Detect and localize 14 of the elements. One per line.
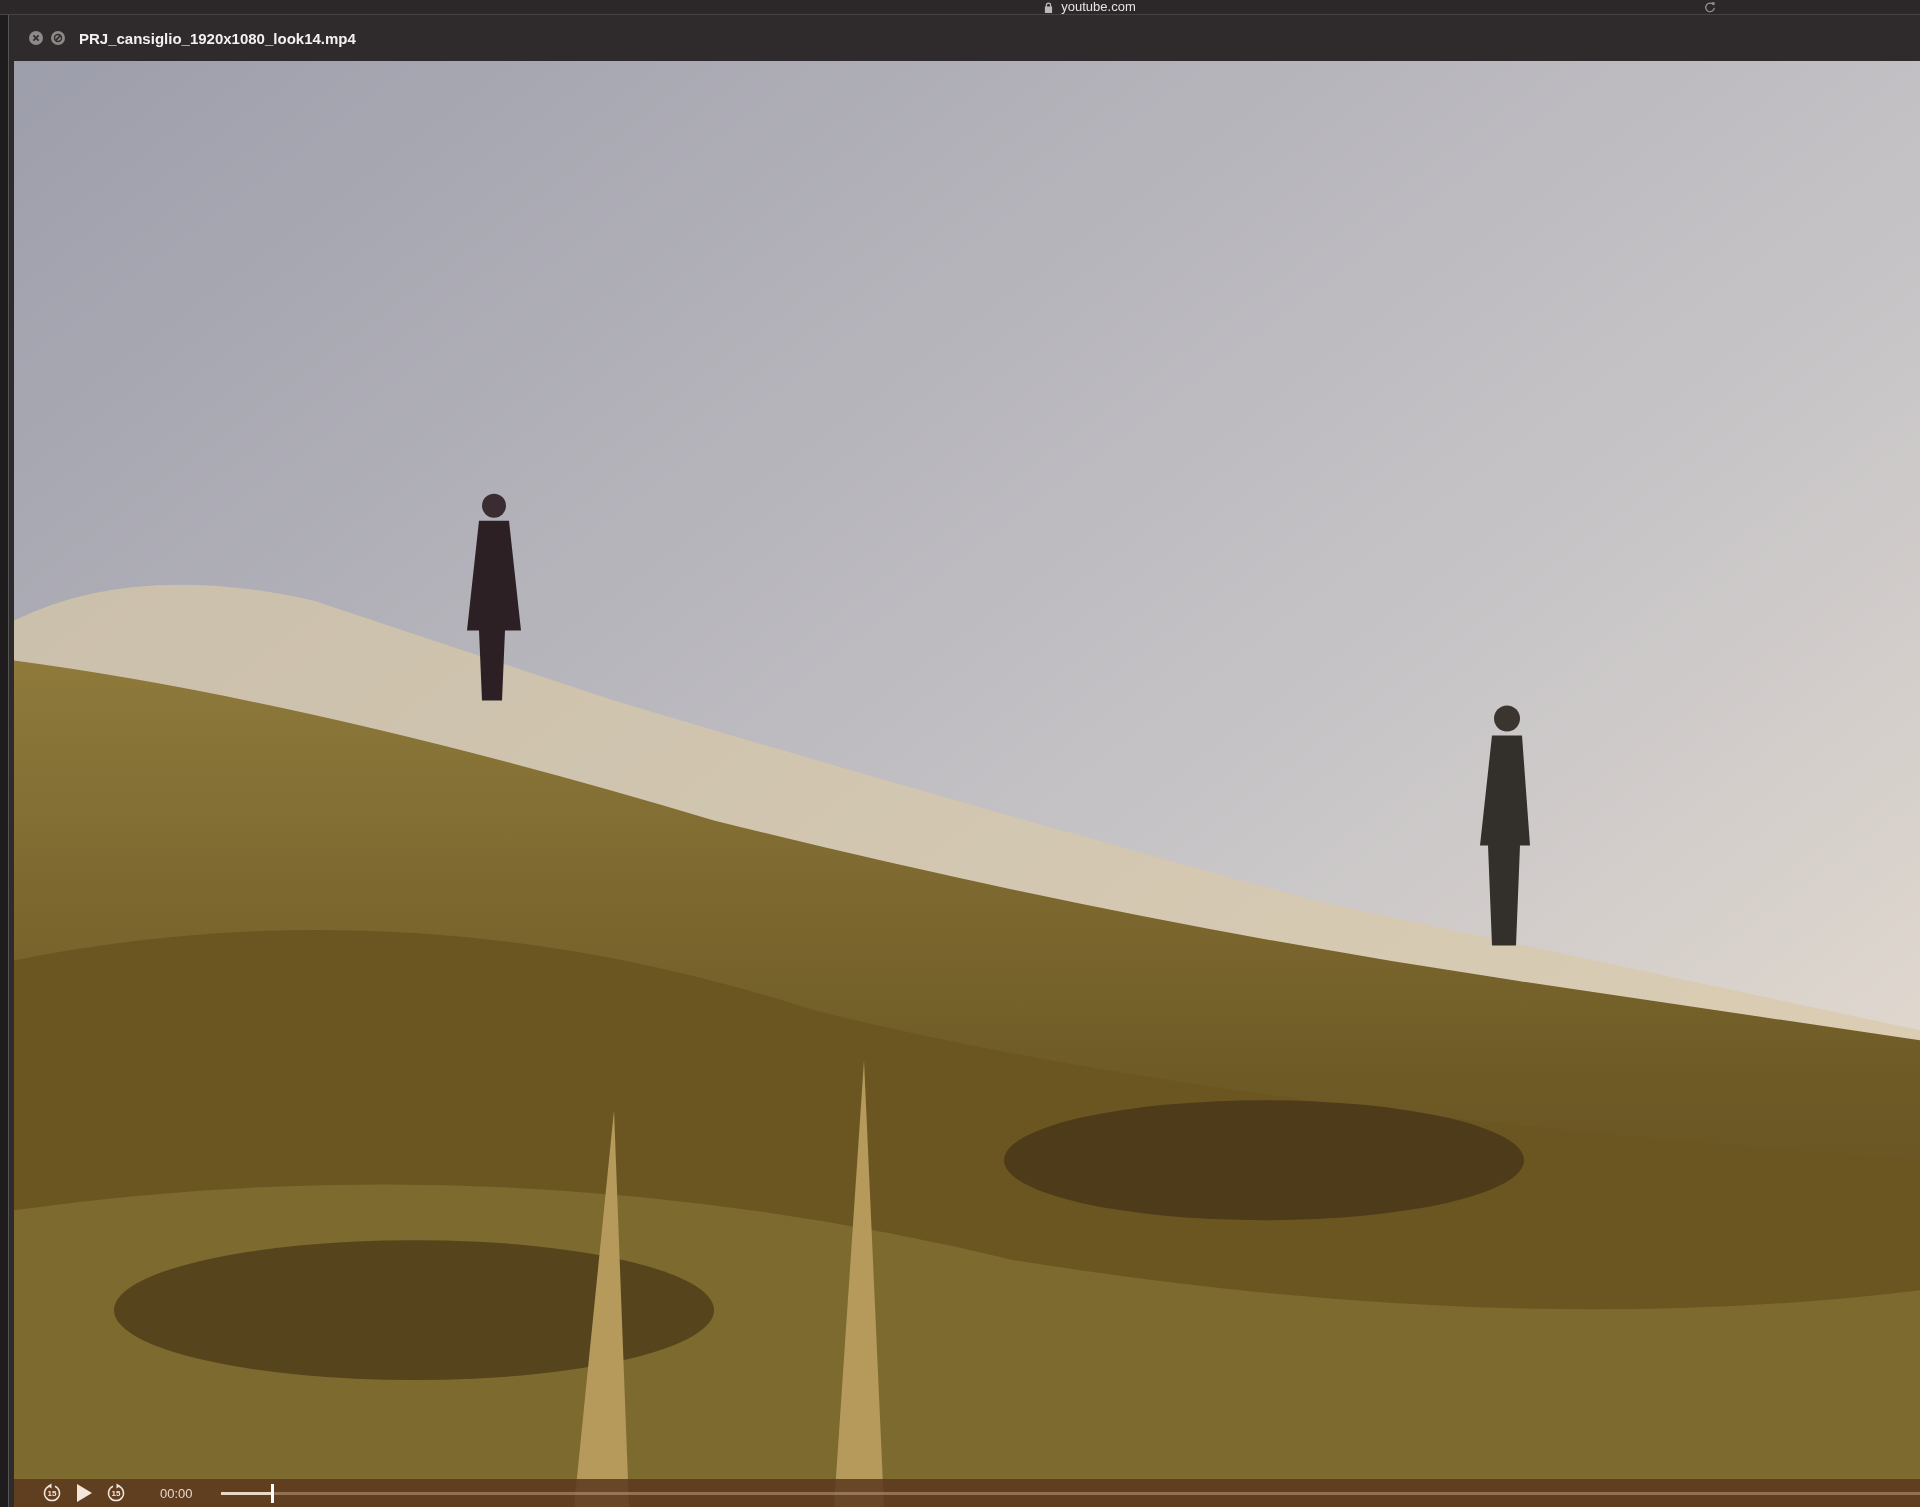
slashed-circle-icon[interactable]	[51, 31, 65, 45]
reload-icon[interactable]	[1704, 1, 1716, 13]
address-text[interactable]: youtube.com	[1061, 0, 1136, 14]
window-title: PRJ_cansiglio_1920x1080_look14.mp4	[79, 29, 356, 47]
circular-arrow-icon	[42, 1483, 62, 1503]
skip-forward-button[interactable]: 15	[106, 1483, 126, 1503]
time-elapsed: 00:00	[160, 1485, 193, 1501]
play-button[interactable]	[76, 1484, 92, 1502]
close-icon[interactable]	[29, 31, 43, 45]
play-icon	[76, 1484, 92, 1502]
playhead-handle[interactable]	[270, 1483, 274, 1503]
lock-icon	[1044, 1, 1054, 13]
skip-back-button[interactable]: 15	[42, 1483, 62, 1503]
circular-arrow-icon	[106, 1483, 126, 1503]
